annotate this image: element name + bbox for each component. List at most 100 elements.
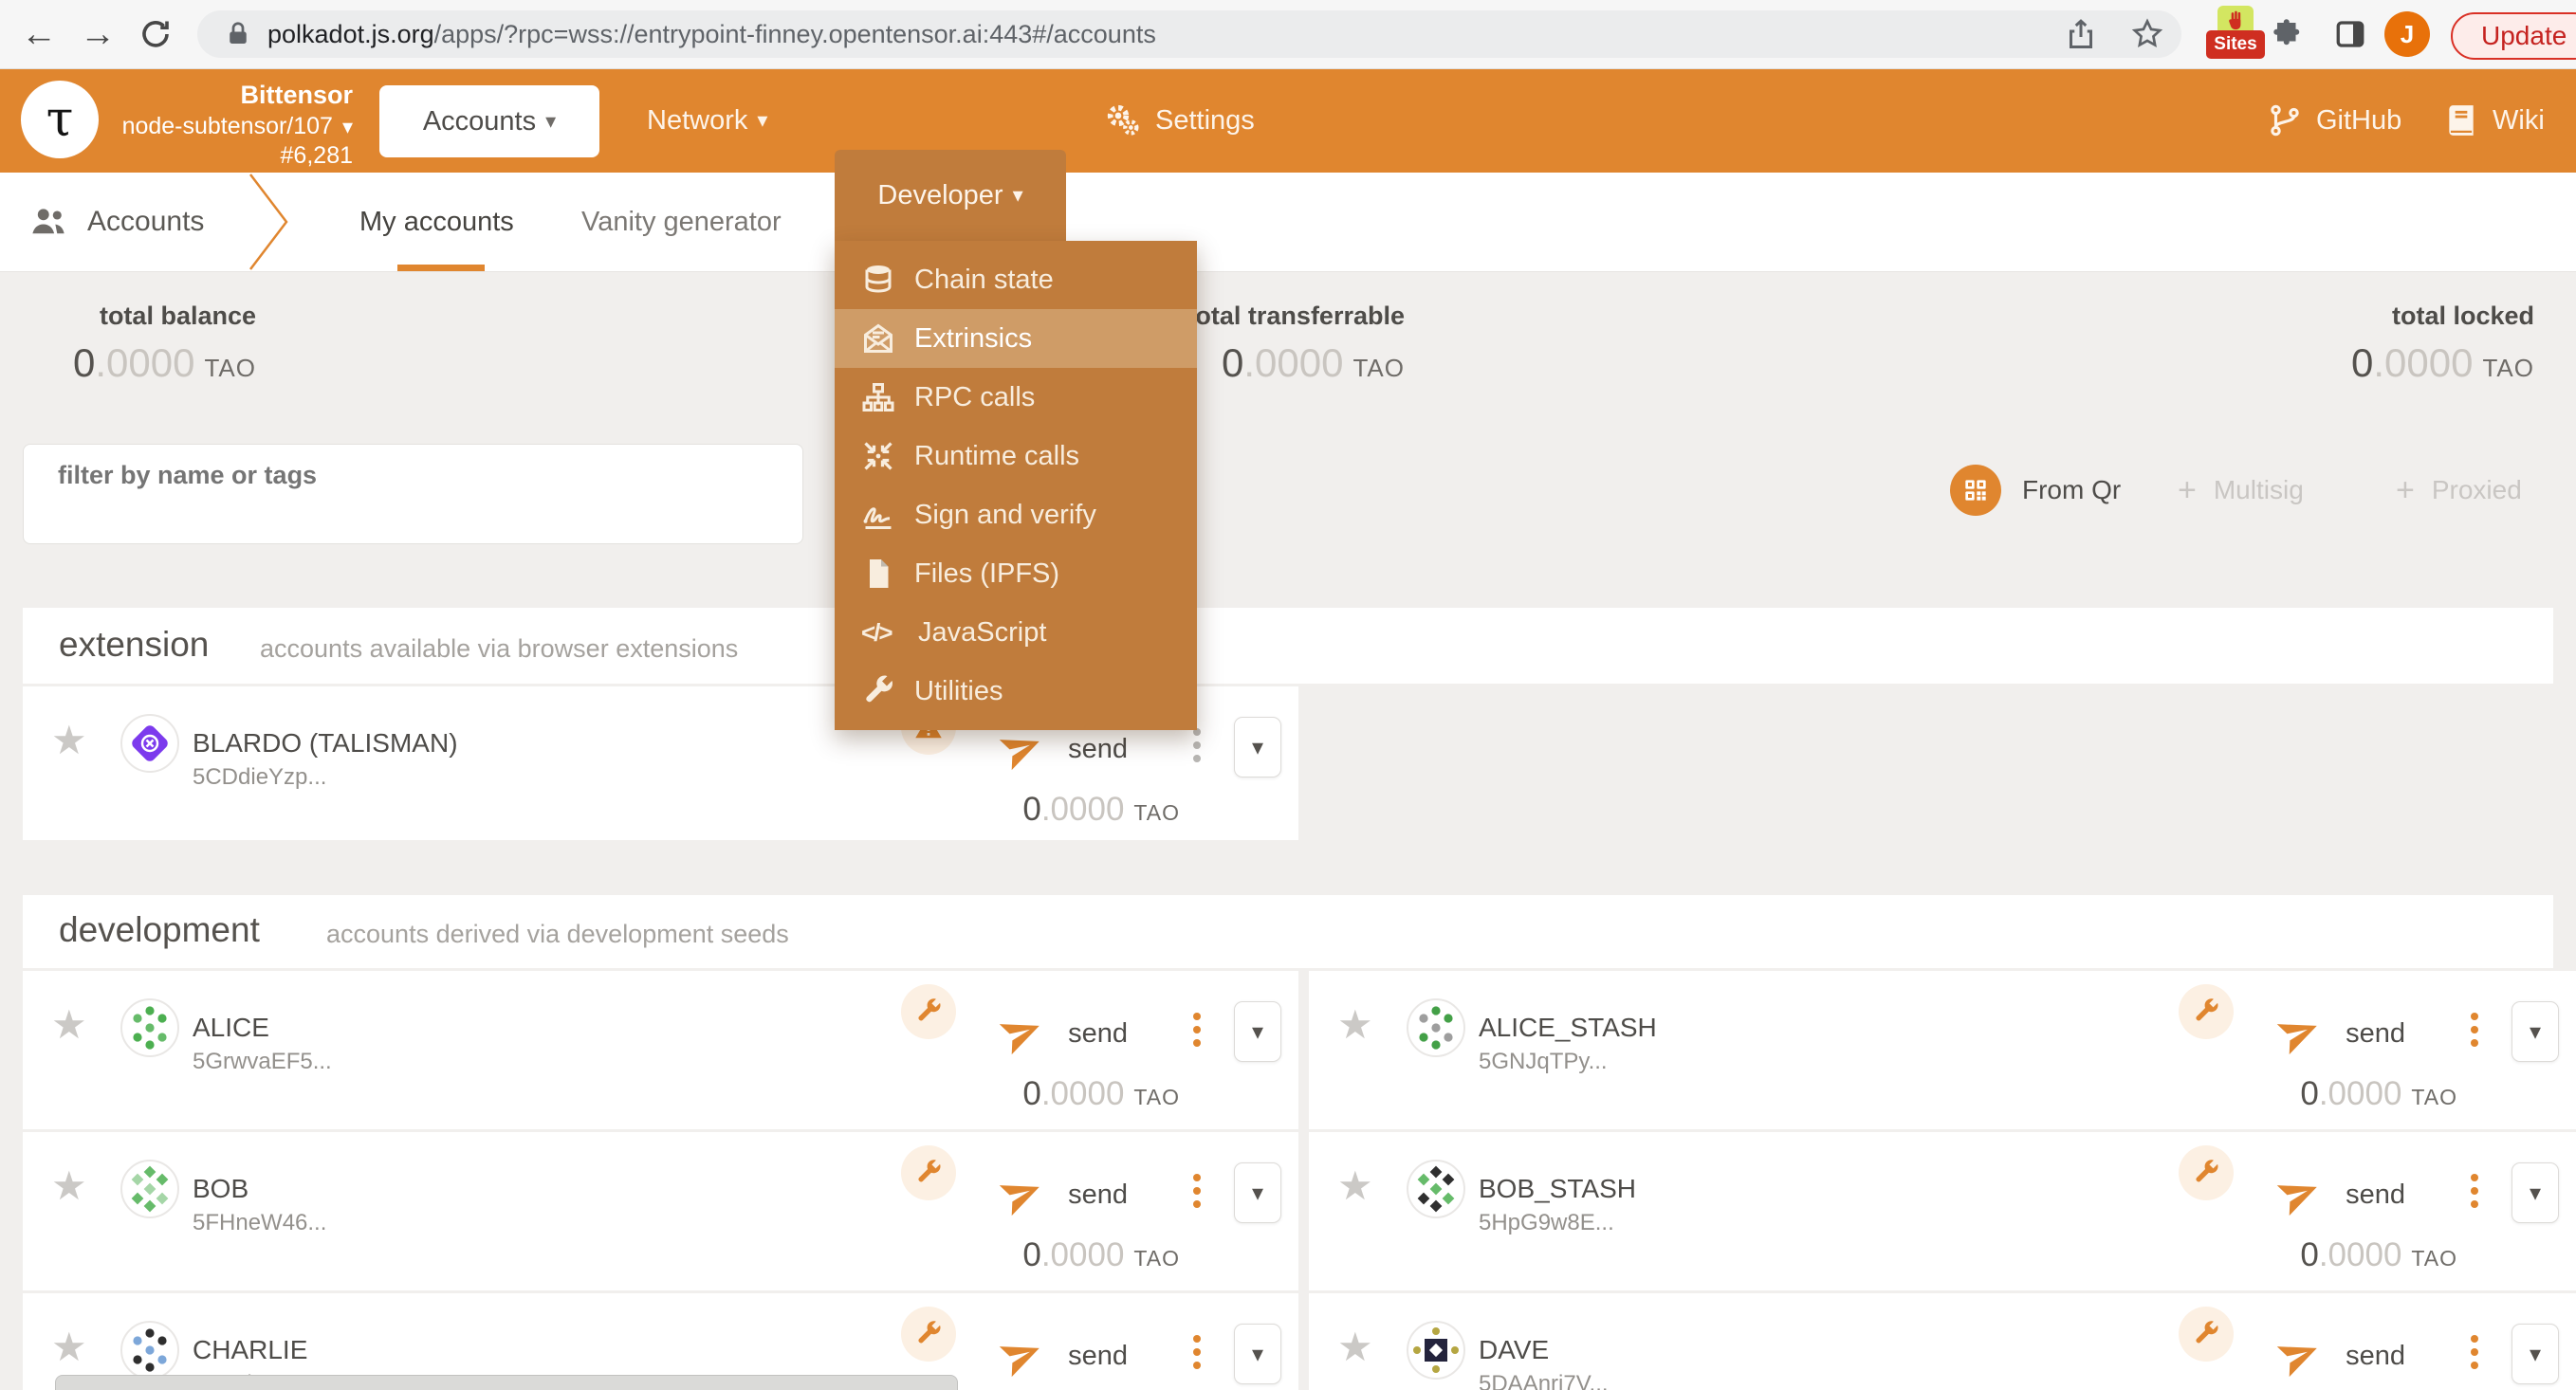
account-identicon[interactable]	[1406, 1159, 1466, 1219]
account-address: 5FHneW46...	[193, 1210, 326, 1236]
account-address: 5GNJqTPy...	[1479, 1049, 1608, 1075]
derivation-wrench-icon[interactable]	[901, 984, 956, 1039]
account-address: 5DAAnrj7V...	[1479, 1371, 1609, 1390]
nav-settings-button[interactable]: Settings	[1104, 68, 1255, 173]
favorite-star-icon[interactable]: ★	[51, 1166, 87, 1206]
browser-profile-avatar[interactable]: J	[2384, 11, 2430, 57]
menu-item-javascript[interactable]: </>JavaScript	[835, 603, 1197, 662]
row-expand-caret-button[interactable]: ▾	[1234, 1162, 1281, 1223]
menu-item-utilities[interactable]: Utilities	[835, 662, 1197, 721]
account-identicon[interactable]	[1406, 997, 1466, 1058]
send-button[interactable]: send	[2346, 1018, 2405, 1050]
wrench-icon	[861, 674, 895, 708]
filter-input[interactable]	[56, 460, 762, 491]
from-qr-button[interactable]: From Qr	[1950, 465, 2121, 516]
send-plane-icon[interactable]	[2278, 1333, 2322, 1377]
gear-icon	[1104, 101, 1142, 139]
chain-name: Bittensor	[114, 80, 353, 112]
menu-item-rpc-calls[interactable]: RPC calls	[835, 368, 1197, 427]
chain-info[interactable]: Bittensor node-subtensor/107▾ #6,281	[114, 80, 353, 171]
account-balance: 0.0000TAO	[1022, 1236, 1180, 1274]
add-multisig-button[interactable]: +Multisig	[2178, 465, 2304, 516]
account-row: ★ALICE5GrwvaEF5...send▾0.0000TAO	[23, 971, 1298, 1129]
sites-extension-icon[interactable]: Sites	[2206, 6, 2263, 63]
send-button[interactable]: send	[1068, 1180, 1128, 1211]
send-plane-icon[interactable]	[2278, 1172, 2322, 1216]
menu-item-chain-state[interactable]: Chain state	[835, 250, 1197, 309]
browser-back-icon[interactable]: ←	[21, 13, 57, 55]
extensions-puzzle-icon[interactable]	[2269, 17, 2303, 51]
account-balance: 0.0000TAO	[2300, 1236, 2457, 1274]
menu-item-sign-and-verify[interactable]: Sign and verify	[835, 485, 1197, 544]
sidebar-panel-icon[interactable]	[2333, 17, 2367, 51]
add-proxied-button[interactable]: +Proxied	[2396, 465, 2522, 516]
account-identicon[interactable]	[120, 1159, 180, 1219]
row-expand-caret-button[interactable]: ▾	[2512, 1162, 2559, 1223]
qr-icon	[1950, 465, 2001, 516]
account-row: ★DAVE5DAAnrj7V...send▾0.0000TAO	[1309, 1293, 2576, 1390]
row-menu-dots-icon[interactable]	[2471, 1335, 2478, 1343]
nav-wiki-link[interactable]: Wiki	[2443, 68, 2545, 173]
address-bar[interactable]: polkadot.js.org/apps/?rpc=wss://entrypoi…	[197, 10, 2181, 58]
send-button[interactable]: send	[2346, 1180, 2405, 1211]
menu-item-files-ipfs-[interactable]: Files (IPFS)	[835, 544, 1197, 603]
row-menu-dots-icon[interactable]	[1193, 1174, 1201, 1181]
send-plane-icon[interactable]	[1001, 1011, 1044, 1054]
browser-forward-icon[interactable]: →	[80, 13, 116, 55]
row-menu-dots-icon[interactable]	[2471, 1174, 2478, 1181]
menu-item-runtime-calls[interactable]: Runtime calls	[835, 427, 1197, 485]
browser-reload-icon[interactable]	[138, 17, 173, 51]
row-expand-caret-button[interactable]: ▾	[2512, 1324, 2559, 1384]
account-identicon[interactable]	[120, 713, 180, 774]
send-button[interactable]: send	[2346, 1341, 2405, 1372]
row-menu-dots-icon[interactable]	[1193, 1335, 1201, 1343]
active-tab-underline	[397, 265, 485, 271]
favorite-star-icon[interactable]: ★	[1337, 1166, 1373, 1206]
favorite-star-icon[interactable]: ★	[1337, 1005, 1373, 1045]
account-identicon[interactable]	[120, 1320, 180, 1381]
derivation-wrench-icon[interactable]	[901, 1145, 956, 1200]
row-expand-caret-button[interactable]: ▾	[1234, 1001, 1281, 1062]
browser-update-button[interactable]: Update	[2451, 12, 2576, 60]
nav-network-button[interactable]: Network▾	[647, 68, 767, 173]
send-button[interactable]: send	[1068, 1341, 1128, 1372]
row-expand-caret-button[interactable]: ▾	[2512, 1001, 2559, 1062]
send-button[interactable]: send	[1068, 734, 1128, 765]
favorite-star-icon[interactable]: ★	[51, 1327, 87, 1367]
development-section-header: development accounts derived via develop…	[23, 895, 2553, 968]
tab-my-accounts[interactable]: My accounts	[359, 173, 514, 271]
send-button[interactable]: send	[1068, 1018, 1128, 1050]
row-menu-dots-icon[interactable]	[2471, 1013, 2478, 1020]
browser-toolbar: ← → polkadot.js.org/apps/?rpc=wss://entr…	[0, 0, 2576, 69]
row-expand-caret-button[interactable]: ▾	[1234, 717, 1281, 777]
row-menu-dots-icon[interactable]	[1193, 1013, 1201, 1020]
derivation-wrench-icon[interactable]	[2179, 1307, 2234, 1362]
breadcrumb-chevron-icon	[248, 173, 290, 271]
share-icon[interactable]	[2064, 17, 2098, 51]
nav-accounts-button[interactable]: Accounts▾	[379, 85, 599, 157]
tab-vanity-generator[interactable]: Vanity generator	[581, 173, 782, 271]
menu-item-extrinsics[interactable]: Extrinsics	[835, 309, 1197, 368]
derivation-wrench-icon[interactable]	[2179, 984, 2234, 1039]
favorite-star-icon[interactable]: ★	[51, 721, 87, 760]
account-identicon[interactable]	[120, 997, 180, 1058]
send-plane-icon[interactable]	[1001, 726, 1044, 770]
nav-github-link[interactable]: GitHub	[2267, 68, 2401, 173]
row-expand-caret-button[interactable]: ▾	[1234, 1324, 1281, 1384]
nav-developer-button[interactable]: Developer▾	[835, 150, 1066, 241]
developer-dropdown-menu: Chain stateExtrinsicsRPC callsRuntime ca…	[835, 241, 1197, 730]
favorite-star-icon[interactable]: ★	[51, 1005, 87, 1045]
menu-item-label: Utilities	[914, 676, 1003, 707]
account-identicon[interactable]	[1406, 1320, 1466, 1381]
derivation-wrench-icon[interactable]	[2179, 1145, 2234, 1200]
bookmark-star-icon[interactable]	[2130, 17, 2164, 51]
send-plane-icon[interactable]	[1001, 1333, 1044, 1377]
send-plane-icon[interactable]	[1001, 1172, 1044, 1216]
menu-item-label: JavaScript	[918, 617, 1046, 649]
derivation-wrench-icon[interactable]	[901, 1307, 956, 1362]
breadcrumb: Accounts	[28, 173, 204, 271]
send-plane-icon[interactable]	[2278, 1011, 2322, 1054]
favorite-star-icon[interactable]: ★	[1337, 1327, 1373, 1367]
bittensor-logo[interactable]: τ	[21, 81, 99, 158]
envelope-open-icon	[861, 321, 895, 356]
